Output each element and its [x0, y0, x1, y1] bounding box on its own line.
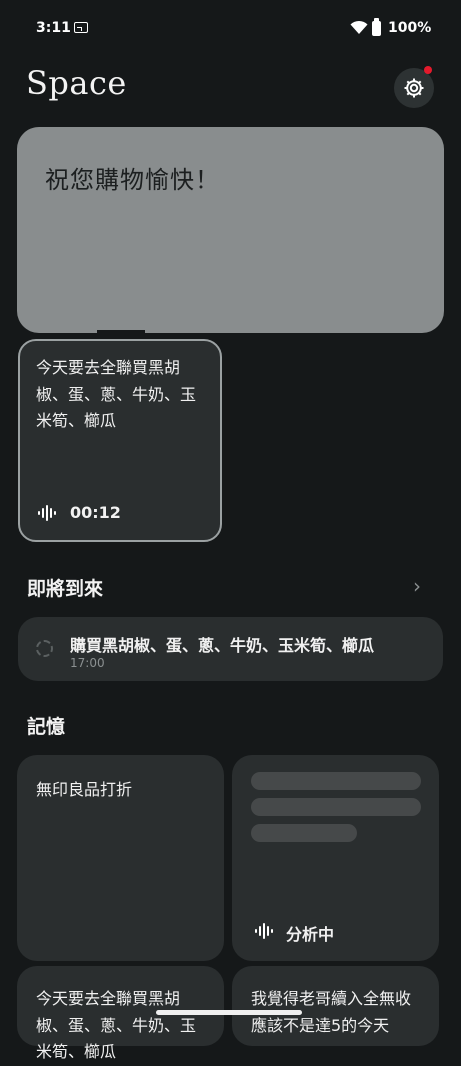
voice-note-duration: 00:12 [70, 503, 121, 522]
upcoming-heading: 即將到來 [27, 578, 104, 600]
notification-dot [424, 66, 432, 74]
memory-card-text: 無印良品打折 [36, 780, 133, 799]
gear-icon [404, 78, 424, 98]
analyzing-status: 分析中 [286, 925, 335, 944]
task-time: 17:00 [70, 656, 105, 670]
task-checkbox[interactable] [36, 640, 53, 657]
wifi-icon [350, 20, 368, 34]
cast-icon [74, 22, 88, 33]
task-text: 購買黑胡椒、蛋、蔥、牛奶、玉米筍、櫛瓜 [70, 636, 375, 655]
loading-placeholder [251, 772, 421, 790]
bubble-text: 祝您購物愉快！ [45, 166, 220, 194]
memory-card-text: 今天要去全聯買黑胡椒、蛋、蔥、牛奶、玉米筍、櫛瓜 [36, 989, 197, 1061]
loading-placeholder [251, 824, 357, 842]
loading-placeholder [251, 798, 421, 816]
battery-percent: 100% [388, 20, 432, 36]
app-title: Space [26, 64, 127, 102]
home-indicator[interactable] [156, 1010, 302, 1015]
settings-button[interactable] [394, 68, 434, 108]
memories-heading: 記憶 [27, 716, 66, 738]
response-bubble [17, 127, 444, 333]
status-time: 3:11 [36, 20, 71, 36]
waveform-icon [38, 505, 56, 521]
chevron-right-icon[interactable]: › [413, 574, 421, 598]
voice-note-text: 今天要去全聯買黑胡椒、蛋、蔥、牛奶、玉米筍、櫛瓜 [36, 358, 197, 430]
battery-icon [372, 18, 381, 36]
waveform-icon [255, 923, 273, 939]
